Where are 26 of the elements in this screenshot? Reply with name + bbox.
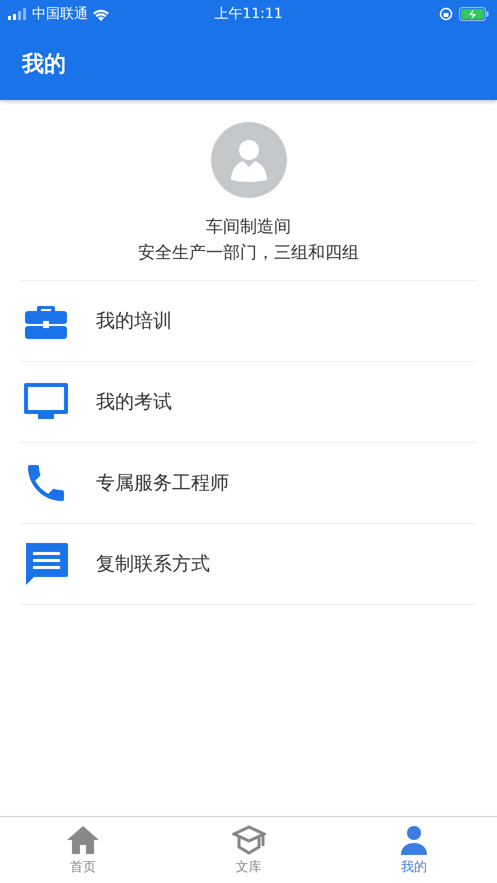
tab[interactable]: 我的 xyxy=(331,817,497,883)
menu-item[interactable]: 我的考试 xyxy=(20,362,477,443)
menu-item-label: 我的培训 xyxy=(96,309,172,334)
tab-label: 首页 xyxy=(70,859,96,876)
avatar-icon xyxy=(210,122,286,198)
profile-name: 车间制造间 xyxy=(206,216,291,239)
menu-item[interactable]: 我的培训 xyxy=(20,281,477,362)
menu-item-label: 专属服务工程师 xyxy=(96,471,229,496)
tab[interactable]: 文库 xyxy=(166,817,332,883)
rotation-lock-icon xyxy=(439,7,454,21)
page-title: 我的 xyxy=(22,51,66,79)
wifi-icon xyxy=(92,8,110,20)
tab[interactable]: 首页 xyxy=(0,817,166,883)
home-icon xyxy=(66,824,100,856)
battery-icon xyxy=(459,7,490,21)
clock-time: 上午11:11 xyxy=(214,5,283,23)
tab-label: 文库 xyxy=(236,859,262,876)
tab-label: 我的 xyxy=(401,859,428,876)
graduation-cap-icon xyxy=(232,824,266,856)
signal-icon xyxy=(8,8,28,20)
carrier-name: 中国联通 xyxy=(32,5,88,23)
menu-item-label: 我的考试 xyxy=(96,390,172,415)
menu-item[interactable]: 复制联系方式 xyxy=(20,524,477,605)
profile-department: 安全生产一部门，三组和四组 xyxy=(138,242,359,265)
menu-item[interactable]: 专属服务工程师 xyxy=(20,443,477,524)
menu-item-label: 复制联系方式 xyxy=(96,552,210,577)
